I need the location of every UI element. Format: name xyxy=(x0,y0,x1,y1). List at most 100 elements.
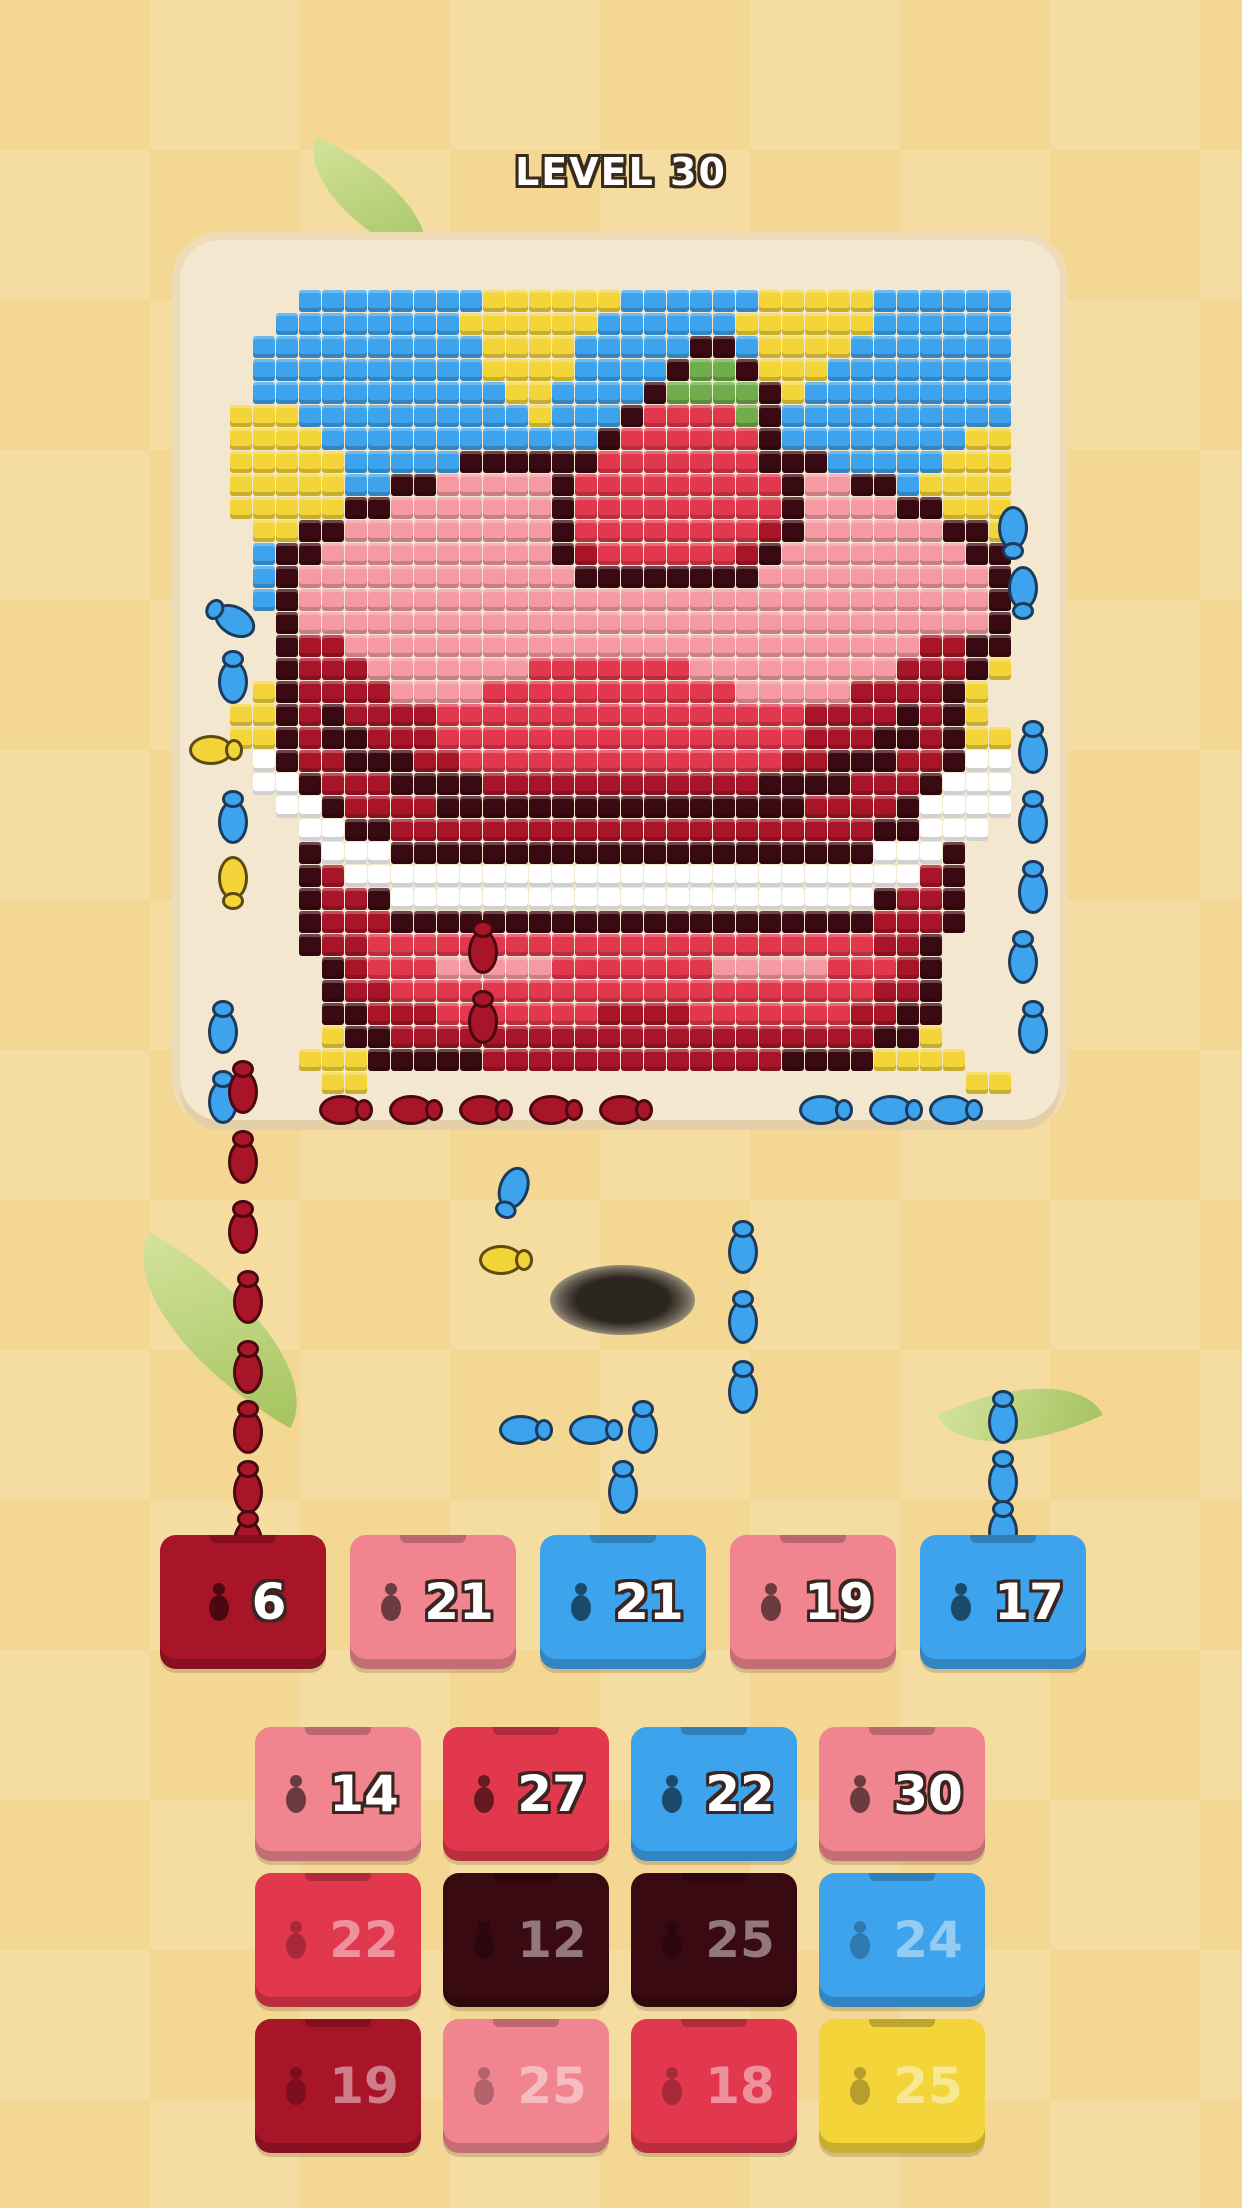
queue-slot[interactable]: 6 xyxy=(160,1535,326,1669)
tray-tile[interactable]: 25 xyxy=(631,1873,797,2007)
pixel-cell xyxy=(667,428,689,450)
pixel-cell xyxy=(966,451,988,473)
level-title: LEVEL 30 xyxy=(515,150,727,194)
pixel-cell xyxy=(621,888,643,910)
pixel-cell xyxy=(483,842,505,864)
pixel-cell xyxy=(828,727,850,749)
pixel-cell xyxy=(575,1049,597,1071)
pixel-cell xyxy=(736,658,758,680)
pixel-cell xyxy=(552,888,574,910)
pixel-cell xyxy=(345,704,367,726)
pixel-cell xyxy=(874,842,896,864)
pixel-cell xyxy=(851,842,873,864)
tray-tile[interactable]: 27 xyxy=(443,1727,609,1861)
pixel-cell xyxy=(736,1003,758,1025)
pixel-cell xyxy=(736,405,758,427)
queue-slot[interactable]: 21 xyxy=(350,1535,516,1669)
pixel-cell xyxy=(437,1026,459,1048)
pixel-cell xyxy=(414,543,436,565)
pixel-cell xyxy=(966,1003,988,1025)
pixel-cell xyxy=(437,865,459,887)
pixel-cell xyxy=(736,290,758,312)
pixel-cell xyxy=(621,773,643,795)
pixel-cell xyxy=(759,336,781,358)
tray-tile[interactable]: 18 xyxy=(631,2019,797,2153)
pixel-cell xyxy=(851,497,873,519)
pixel-cell xyxy=(667,658,689,680)
tray-tile[interactable]: 24 xyxy=(819,1873,985,2007)
pixel-cell xyxy=(874,1026,896,1048)
tray-tile[interactable]: 25 xyxy=(443,2019,609,2153)
pixel-cell xyxy=(276,359,298,381)
pixel-cell xyxy=(851,704,873,726)
pixel-cell xyxy=(828,911,850,933)
ant-icon xyxy=(473,1237,533,1283)
queue-slot[interactable]: 19 xyxy=(730,1535,896,1669)
tray-tile[interactable]: 25 xyxy=(819,2019,985,2153)
pixel-cell xyxy=(391,520,413,542)
pixel-cell xyxy=(437,336,459,358)
pixel-cell xyxy=(782,451,804,473)
tray-tile[interactable]: 22 xyxy=(255,1873,421,2007)
pixel-cell xyxy=(966,612,988,634)
ant-icon xyxy=(277,2067,315,2105)
pixel-cell xyxy=(437,681,459,703)
pixel-cell xyxy=(667,612,689,634)
pixel-cell xyxy=(460,681,482,703)
pixel-cell xyxy=(828,589,850,611)
pixel-cell xyxy=(759,566,781,588)
tray-tile[interactable]: 12 xyxy=(443,1873,609,2007)
pixel-cell xyxy=(460,336,482,358)
tile-count: 19 xyxy=(329,2057,399,2115)
pixel-cell xyxy=(575,1026,597,1048)
pixel-cell xyxy=(345,819,367,841)
queue-slot[interactable]: 21 xyxy=(540,1535,706,1669)
pixel-cell xyxy=(690,934,712,956)
pixel-cell xyxy=(966,934,988,956)
pixel-cell xyxy=(506,451,528,473)
pixel-cell xyxy=(414,359,436,381)
pixel-cell xyxy=(644,336,666,358)
pixel-cell xyxy=(391,290,413,312)
pixel-cell xyxy=(414,911,436,933)
queue-slot[interactable]: 17 xyxy=(920,1535,1086,1669)
pixel-cell xyxy=(368,819,390,841)
pixel-cell xyxy=(460,474,482,496)
pixel-cell xyxy=(943,704,965,726)
pixel-cell xyxy=(851,727,873,749)
ant-icon xyxy=(465,1775,503,1813)
pixel-cell xyxy=(552,313,574,335)
pixel-cell xyxy=(828,750,850,772)
pixel-cell xyxy=(276,313,298,335)
pixel-cell xyxy=(391,497,413,519)
pixel-cell xyxy=(299,796,321,818)
tray-tile[interactable]: 30 xyxy=(819,1727,985,1861)
pixel-cell xyxy=(253,750,275,772)
pixel-cell xyxy=(276,773,298,795)
tray-tile[interactable]: 14 xyxy=(255,1727,421,1861)
pixel-cell xyxy=(874,313,896,335)
pixel-cell xyxy=(368,474,390,496)
pixel-cell xyxy=(391,911,413,933)
pixel-cell xyxy=(621,589,643,611)
pixel-cell xyxy=(782,796,804,818)
tray-tile[interactable]: 22 xyxy=(631,1727,797,1861)
pixel-cell xyxy=(368,336,390,358)
pixel-cell xyxy=(506,428,528,450)
pixel-cell xyxy=(644,750,666,772)
pixel-cell xyxy=(598,911,620,933)
pixel-cell xyxy=(690,589,712,611)
pixel-cell xyxy=(575,359,597,381)
tray-tile[interactable]: 19 xyxy=(255,2019,421,2153)
pixel-cell xyxy=(713,589,735,611)
pixel-cell xyxy=(437,543,459,565)
pixel-cell xyxy=(437,773,459,795)
pixel-cell xyxy=(690,382,712,404)
pixel-cell xyxy=(506,704,528,726)
ant-icon xyxy=(383,1087,443,1133)
pixel-cell xyxy=(920,290,942,312)
pixel-cell xyxy=(575,612,597,634)
pixel-cell xyxy=(713,336,735,358)
pixel-cell xyxy=(253,773,275,795)
pixel-cell xyxy=(897,888,919,910)
